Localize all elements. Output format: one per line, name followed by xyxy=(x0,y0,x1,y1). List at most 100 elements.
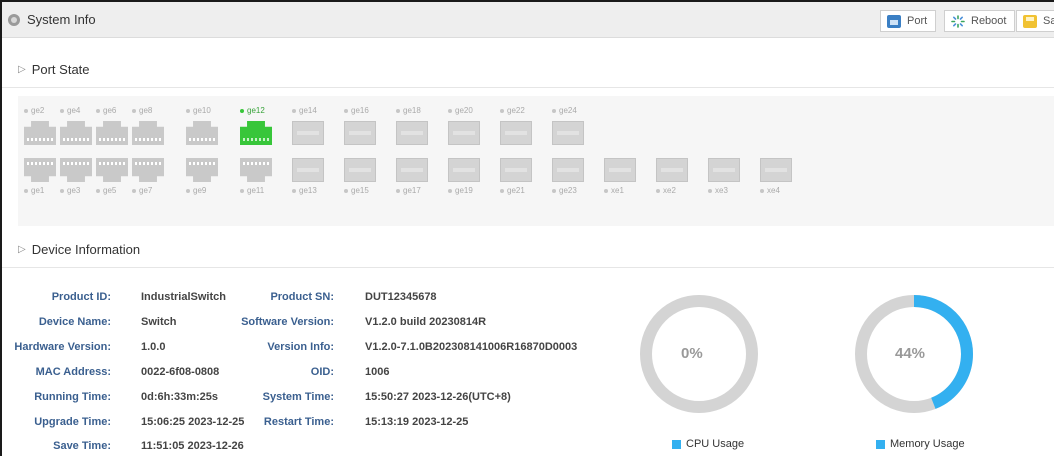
memory-legend-swatch xyxy=(876,439,885,449)
port-jack-icon xyxy=(344,158,376,182)
cpu-legend-swatch xyxy=(672,439,681,449)
port-status-dot-icon xyxy=(60,188,64,193)
port-name: xe2 xyxy=(663,186,676,195)
port-jack-icon xyxy=(132,121,164,145)
port-label: ge16 xyxy=(344,106,369,115)
port-name: ge23 xyxy=(559,186,577,195)
port-status-dot-icon xyxy=(132,188,136,193)
info-label: Hardware Version: xyxy=(14,341,111,353)
reboot-button-label: Reboot xyxy=(971,15,1007,27)
port-status-dot-icon xyxy=(24,188,28,193)
port-status-dot-icon xyxy=(240,108,244,113)
port-status-dot-icon xyxy=(448,108,452,113)
port-label: xe1 xyxy=(604,186,624,195)
port-label: ge24 xyxy=(552,106,577,115)
port-jack-icon xyxy=(448,158,480,182)
port-status-dot-icon xyxy=(344,108,348,113)
info-value: 1.0.0 xyxy=(141,341,166,353)
port-name: ge3 xyxy=(67,186,81,195)
port-label: ge5 xyxy=(96,186,116,195)
save-button[interactable]: Sav xyxy=(1016,10,1054,32)
port-jack-icon xyxy=(552,121,584,145)
port-jack-icon xyxy=(448,121,480,145)
port-name: ge6 xyxy=(103,106,117,115)
memory-usage-value: 44% xyxy=(895,345,926,362)
port-state-title: Port State xyxy=(31,62,90,77)
port-status-dot-icon xyxy=(344,188,348,193)
port-label: ge9 xyxy=(186,186,206,195)
port-name: ge21 xyxy=(507,186,525,195)
cpu-legend: CPU Usage xyxy=(672,438,744,450)
port-name: ge22 xyxy=(507,106,525,115)
port-label: ge13 xyxy=(292,186,317,195)
port-name: ge15 xyxy=(351,186,369,195)
port-jack-icon xyxy=(396,158,428,182)
info-value: DUT12345678 xyxy=(365,291,437,303)
info-value: 1006 xyxy=(365,366,390,378)
port-jack-icon xyxy=(604,158,636,182)
port-panel: ge2 ge4 ge6 ge8 ge10 ge12 ge14 ge16 ge18 ge20 ge22… xyxy=(18,96,1054,226)
cpu-usage-value: 0% xyxy=(681,345,703,362)
port-label: ge3 xyxy=(60,186,80,195)
port-status-dot-icon xyxy=(60,108,64,113)
port-name: ge18 xyxy=(403,106,421,115)
port-status-dot-icon xyxy=(760,188,764,193)
device-info-header[interactable]: ▷ Device Information xyxy=(2,232,1054,268)
info-label: Version Info: xyxy=(267,341,334,353)
info-label: OID: xyxy=(310,366,334,378)
info-value: 11:51:05 2023-12-26 xyxy=(141,440,244,452)
port-name: ge20 xyxy=(455,106,473,115)
port-jack-icon xyxy=(500,121,532,145)
port-jack-icon xyxy=(186,158,218,182)
port-jack-icon xyxy=(24,158,56,182)
memory-legend: Memory Usage xyxy=(876,438,965,450)
port-jack-icon xyxy=(96,158,128,182)
port-label: ge10 xyxy=(186,106,211,115)
info-label: Save Time: xyxy=(53,440,111,452)
expand-arrow-icon: ▷ xyxy=(18,64,26,75)
port-status-dot-icon xyxy=(292,108,296,113)
save-icon xyxy=(1023,14,1037,28)
info-label: System Time: xyxy=(262,391,334,403)
info-label: Software Version: xyxy=(241,316,334,328)
cpu-legend-label: CPU Usage xyxy=(686,438,745,450)
port-status-dot-icon xyxy=(656,188,660,193)
port-label: ge8 xyxy=(132,106,152,115)
expand-arrow-icon: ▷ xyxy=(18,244,26,255)
page-title: System Info xyxy=(27,12,96,27)
port-name: xe1 xyxy=(611,186,624,195)
info-value: Switch xyxy=(141,316,177,328)
port-label: ge18 xyxy=(396,106,421,115)
info-label: Product ID: xyxy=(51,291,111,303)
port-name: ge9 xyxy=(193,186,207,195)
info-label: Product SN: xyxy=(270,291,334,303)
port-jack-icon xyxy=(60,158,92,182)
port-name: ge11 xyxy=(247,186,265,195)
port-button-label: Port xyxy=(907,15,928,27)
port-button[interactable]: Port xyxy=(880,10,937,32)
port-icon xyxy=(887,14,901,28)
port-status-dot-icon xyxy=(96,108,100,113)
port-status-dot-icon xyxy=(448,188,452,193)
port-name: ge8 xyxy=(139,106,153,115)
port-status-dot-icon xyxy=(604,188,608,193)
reboot-button[interactable]: Reboot xyxy=(944,10,1016,32)
port-name: ge24 xyxy=(559,106,577,115)
system-info-icon xyxy=(8,13,20,26)
device-info-title: Device Information xyxy=(31,242,141,257)
port-label: ge14 xyxy=(292,106,317,115)
port-name: ge7 xyxy=(139,186,153,195)
port-name: ge12 xyxy=(247,106,265,115)
port-state-header[interactable]: ▷ Port State xyxy=(2,52,1054,88)
port-name: ge5 xyxy=(103,186,117,195)
info-label: Device Name: xyxy=(38,316,111,328)
port-status-dot-icon xyxy=(186,188,190,193)
port-name: ge2 xyxy=(31,106,45,115)
port-label: ge11 xyxy=(240,186,264,195)
info-label: Upgrade Time: xyxy=(34,416,111,428)
port-status-dot-icon xyxy=(186,108,190,113)
info-label: Restart Time: xyxy=(263,416,334,428)
port-name: ge13 xyxy=(299,186,317,195)
info-value: 15:50:27 2023-12-26(UTC+8) xyxy=(365,391,511,403)
port-label: xe3 xyxy=(708,186,728,195)
